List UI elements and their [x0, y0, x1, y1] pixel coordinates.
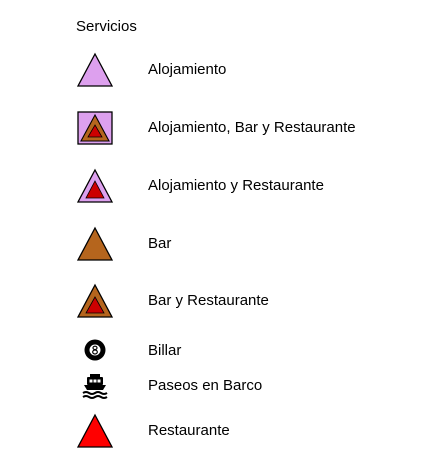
legend-label: Bar — [148, 235, 172, 252]
legend-item-bar: Bar — [0, 226, 422, 262]
lilac-triangle-icon — [76, 52, 114, 88]
legend-label: Alojamiento — [148, 61, 227, 78]
brown-triangle-red-inner-icon — [76, 283, 114, 319]
legend-item-alojamiento-restaurante: Alojamiento y Restaurante — [0, 168, 422, 204]
legend-title: Servicios — [76, 18, 137, 35]
legend-item-billar: Billar — [0, 338, 422, 362]
lilac-triangle-red-inner-icon — [76, 168, 114, 204]
legend-label: Paseos en Barco — [148, 377, 263, 394]
legend-label: Restaurante — [148, 422, 230, 439]
legend-item-bar-restaurante: Bar y Restaurante — [0, 283, 422, 319]
legend-item-restaurante: Restaurante — [0, 413, 422, 449]
map-legend: Servicios Alojamiento Alojamiento, Bar y… — [0, 0, 422, 470]
legend-label: Bar y Restaurante — [148, 292, 269, 309]
lilac-square-brown-red-triangle-icon — [76, 110, 114, 146]
legend-item-alojamiento: Alojamiento — [0, 52, 422, 88]
legend-label: Alojamiento, Bar y Restaurante — [148, 119, 356, 136]
legend-item-alojamiento-bar-restaurante: Alojamiento, Bar y Restaurante — [0, 110, 422, 146]
legend-label: Billar — [148, 342, 182, 359]
brown-triangle-icon — [76, 226, 114, 262]
boat-icon — [76, 372, 114, 400]
legend-label: Alojamiento y Restaurante — [148, 177, 324, 194]
billiard-eight-ball-icon — [76, 338, 114, 362]
red-triangle-icon — [76, 413, 114, 449]
legend-item-paseos-en-barco: Paseos en Barco — [0, 372, 422, 400]
